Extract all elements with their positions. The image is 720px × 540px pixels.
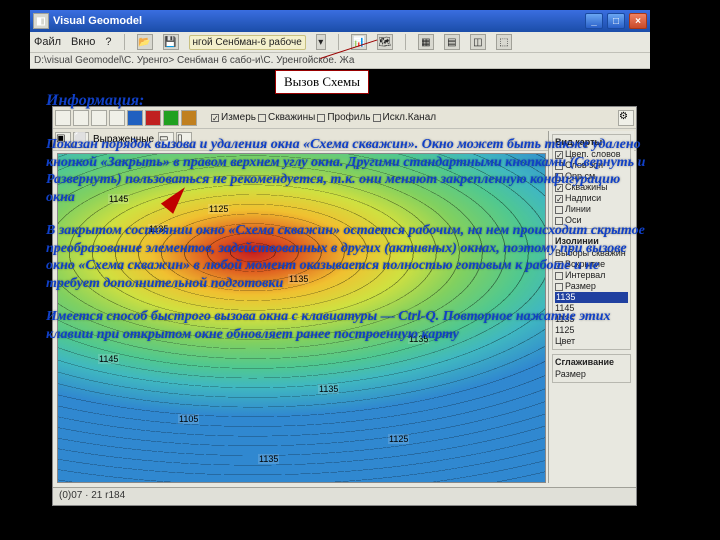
- app-title: Visual Geomodel: [53, 15, 142, 27]
- contour-label: 1125: [388, 434, 409, 444]
- open-icon[interactable]: 📂: [137, 34, 153, 50]
- tool4-icon[interactable]: ⬚: [496, 34, 512, 50]
- maximize-button[interactable]: □: [607, 13, 625, 29]
- tool3-icon[interactable]: ◫: [470, 34, 486, 50]
- app-icon: ◧: [33, 13, 49, 29]
- menubar: Файл Вкно ? 📂 💾 нгой Сенбман-6 рабоче ▾ …: [30, 32, 650, 53]
- titlebar[interactable]: ◧ Visual Geomodel _ □ ×: [30, 10, 650, 32]
- close-button[interactable]: ×: [629, 13, 647, 29]
- overlay-annotation: Информация: Показан порядок вызова и уда…: [46, 92, 646, 359]
- status-bar: (0)07 · 21 r184: [53, 487, 636, 505]
- opt-razmer2[interactable]: Размер: [555, 369, 628, 380]
- menu-help[interactable]: ?: [105, 36, 111, 48]
- menu-window[interactable]: Вкно: [71, 36, 95, 48]
- overlay-heading: Информация:: [46, 92, 646, 110]
- contour-label: 1105: [178, 414, 199, 424]
- overlay-p3: Имеется способ быстрого вызова окна с кл…: [46, 308, 646, 343]
- tool2-icon[interactable]: ▤: [444, 34, 460, 50]
- contour-label: 1135: [258, 454, 279, 464]
- overlay-p1: Показан порядок вызова и удаления окна «…: [46, 136, 646, 206]
- overlay-p2: В закрытом состоянии окно «Схема скважин…: [46, 222, 646, 292]
- callout-box: Вызов Схемы: [275, 70, 369, 94]
- chevron-down-icon[interactable]: ▾: [316, 34, 326, 50]
- contour-label: 1135: [318, 384, 339, 394]
- tool1-icon[interactable]: ▦: [418, 34, 434, 50]
- project-combo[interactable]: нгой Сенбман-6 рабоче: [189, 35, 306, 50]
- save-icon[interactable]: 💾: [163, 34, 179, 50]
- menu-file[interactable]: Файл: [34, 36, 61, 48]
- minimize-button[interactable]: _: [585, 13, 603, 29]
